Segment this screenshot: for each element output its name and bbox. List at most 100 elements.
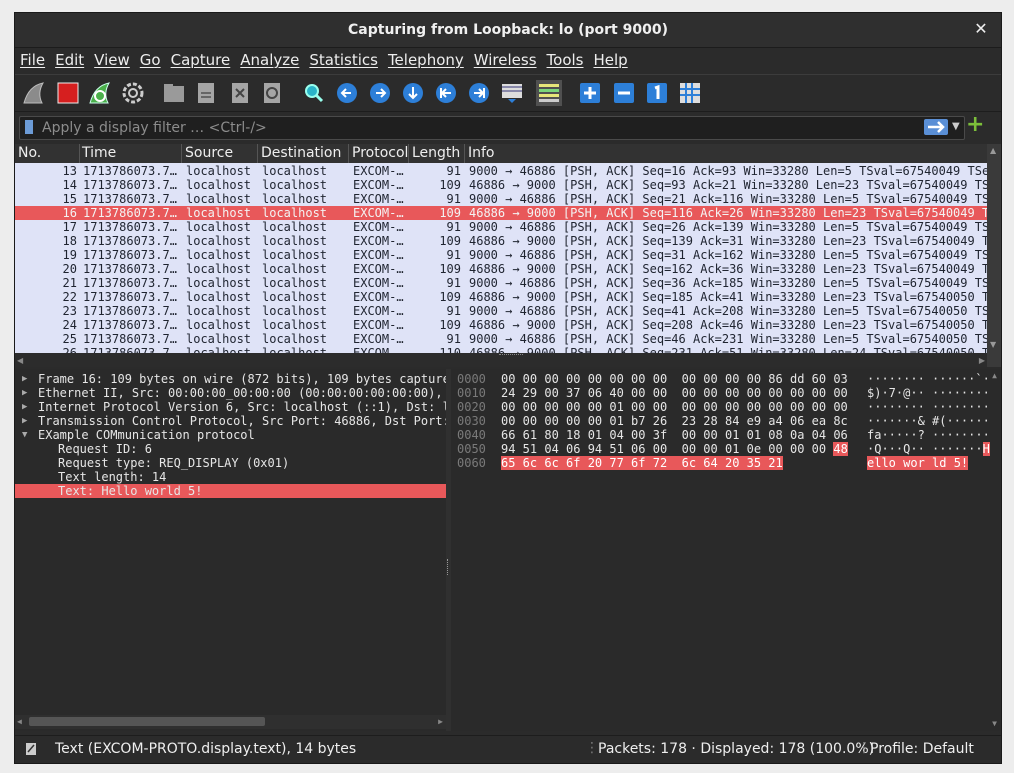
hex-bytes[interactable]: 66 61 80 18 01 04 00 3f 00 00 01 01 08 0…	[501, 428, 848, 442]
shark-fin-start-icon[interactable]	[21, 80, 47, 106]
column-header-time[interactable]: Time	[82, 145, 116, 161]
zoom-out-icon[interactable]	[611, 80, 637, 106]
go-first-packet-icon[interactable]	[433, 80, 459, 106]
go-back-arrow-icon[interactable]	[334, 80, 360, 106]
column-header-no[interactable]: No.	[18, 145, 41, 161]
scroll-down-icon[interactable]: ▼	[992, 719, 997, 728]
hex-bytes[interactable]: 94 51 04 06 94 51 06 00 00 00 01 0e 00 0…	[501, 442, 848, 456]
hex-ascii[interactable]: ·······& #(······	[867, 414, 990, 428]
column-header-source[interactable]: Source	[185, 145, 233, 161]
column-header-protocol[interactable]: Protocol	[352, 145, 408, 161]
hex-bytes[interactable]: 00 00 00 00 00 00 00 00 00 00 00 00 86 d…	[501, 372, 848, 386]
detail-item[interactable]: Text: Hello world 5!	[15, 484, 446, 498]
capture-options-gear-icon[interactable]	[120, 80, 146, 106]
menu-help[interactable]: Help	[588, 48, 632, 69]
hex-bytes[interactable]: 65 6c 6c 6f 20 77 6f 72 6c 64 20 35 21	[501, 456, 783, 470]
hex-ascii[interactable]: $)·7·@·· ········	[867, 386, 990, 400]
detail-item[interactable]: ▶ Transmission Control Protocol, Src Port…	[15, 414, 446, 428]
detail-item[interactable]: Request type: REQ_DISPLAY (0x01)	[15, 456, 446, 470]
detail-item[interactable]: ▶ Ethernet II, Src: 00:00:00_00:00:00 (00…	[15, 386, 446, 400]
add-filter-button-plus-icon[interactable]: +	[966, 114, 984, 136]
apply-filter-arrow-icon[interactable]	[924, 119, 948, 135]
list-splitter-grip[interactable]	[499, 354, 523, 357]
save-file-icon[interactable]	[193, 80, 219, 106]
column-header-info[interactable]: Info	[468, 145, 495, 161]
close-file-icon[interactable]	[227, 80, 253, 106]
detail-item[interactable]: Request ID: 6	[15, 442, 446, 456]
hex-ascii[interactable]: ········ ········	[867, 400, 990, 414]
menu-capture[interactable]: Capture	[166, 48, 236, 69]
packet-row[interactable]: 17 1713786073.7… localhost localhost EXCOM-……	[15, 220, 987, 234]
menu-view[interactable]: View	[89, 48, 135, 69]
packet-row[interactable]: 22 1713786073.7… localhost localhost EXCOM-……	[15, 290, 987, 304]
go-forward-arrow-icon[interactable]	[367, 80, 393, 106]
collapsed-arrow-icon[interactable]: ▶	[22, 386, 27, 400]
packet-row[interactable]: 23 1713786073.7… localhost localhost EXCOM-……	[15, 304, 987, 318]
packet-row[interactable]: 15 1713786073.7… localhost localhost EXCOM-……	[15, 192, 987, 206]
details-scroll-thumb[interactable]	[29, 717, 265, 726]
packet-list-hscrollbar[interactable]: ◀ ▶	[15, 353, 987, 367]
resize-columns-icon[interactable]	[677, 80, 703, 106]
packet-row[interactable]: 19 1713786073.7… localhost localhost EXCOM-……	[15, 248, 987, 262]
zoom-in-icon[interactable]	[577, 80, 603, 106]
hex-ascii[interactable]: ello wor ld 5!	[867, 456, 969, 470]
auto-scroll-icon[interactable]	[499, 80, 525, 106]
scroll-up-icon[interactable]: ▲	[992, 371, 997, 380]
display-filter-input[interactable]	[40, 118, 904, 138]
collapsed-arrow-icon[interactable]: ▶	[22, 400, 27, 414]
scroll-left-icon[interactable]: ◀	[17, 356, 23, 365]
packet-row[interactable]: 21 1713786073.7… localhost localhost EXCOM-……	[15, 276, 987, 290]
column-header-destination[interactable]: Destination	[261, 145, 341, 161]
menu-go[interactable]: Go	[135, 48, 166, 69]
find-packet-search-icon[interactable]	[301, 80, 327, 106]
go-to-packet-icon[interactable]	[400, 80, 426, 106]
filter-history-dropdown-icon[interactable]: ▼	[952, 121, 960, 132]
details-hscrollbar[interactable]: ◀ ▶	[15, 715, 446, 729]
column-header-length[interactable]: Length	[412, 145, 460, 161]
filter-bookmark-icon[interactable]	[25, 120, 33, 134]
hex-ascii[interactable]: ········ ······`·	[867, 372, 990, 386]
menu-analyze[interactable]: Analyze	[235, 48, 304, 69]
detail-item[interactable]: ▶ Frame 16: 109 bytes on wire (872 bits),…	[15, 372, 446, 386]
stop-capture-icon[interactable]	[55, 80, 81, 106]
menu-tools[interactable]: Tools	[542, 48, 589, 69]
packet-row[interactable]: 24 1713786073.7… localhost localhost EXCOM-……	[15, 318, 987, 332]
open-file-icon[interactable]	[161, 80, 187, 106]
reload-file-icon[interactable]	[259, 80, 285, 106]
menu-wireless[interactable]: Wireless	[469, 48, 542, 69]
scroll-down-icon[interactable]: ▼	[990, 340, 996, 349]
packet-row[interactable]: 25 1713786073.7… localhost localhost EXCOM-……	[15, 332, 987, 346]
hex-ascii[interactable]: fa·····? ········	[867, 428, 990, 442]
detail-item[interactable]: ▼ EXample COMmunication protocol	[15, 428, 446, 442]
edit-capture-comment-icon[interactable]	[25, 742, 37, 756]
collapsed-arrow-icon[interactable]: ▶	[22, 414, 27, 428]
hex-bytes[interactable]: 24 29 00 37 06 40 00 00 00 00 00 00 00 0…	[501, 386, 848, 400]
packet-row[interactable]: 13 1713786073.7… localhost localhost EXCOM-……	[15, 164, 987, 178]
detail-item[interactable]: Text length: 14	[15, 470, 446, 484]
menu-telephony[interactable]: Telephony	[383, 48, 469, 69]
colorize-packet-list-icon[interactable]	[536, 80, 562, 106]
scroll-right-icon[interactable]: ▶	[438, 717, 443, 726]
detail-item[interactable]: ▶ Internet Protocol Version 6, Src: local…	[15, 400, 446, 414]
expanded-arrow-icon[interactable]: ▼	[22, 428, 27, 442]
splitter-grip[interactable]	[447, 559, 450, 575]
menu-statistics[interactable]: Statistics	[304, 48, 383, 69]
normal-size-icon[interactable]	[644, 80, 670, 106]
restart-capture-icon[interactable]	[87, 80, 113, 106]
packet-row[interactable]: 14 1713786073.7… localhost localhost EXCOM-……	[15, 178, 987, 192]
packet-row[interactable]: 18 1713786073.7… localhost localhost EXCOM-……	[15, 234, 987, 248]
hex-bytes[interactable]: 00 00 00 00 00 01 00 00 00 00 00 00 00 0…	[501, 400, 848, 414]
status-profile[interactable]: Profile: Default	[870, 741, 974, 757]
scroll-up-icon[interactable]: ▲	[990, 146, 996, 155]
menu-file[interactable]: File	[15, 48, 50, 69]
menu-edit[interactable]: Edit	[50, 48, 89, 69]
packet-row[interactable]: 16 1713786073.7… localhost localhost EXCOM-……	[15, 206, 987, 220]
hex-ascii[interactable]: ·Q···Q·· ·······H	[867, 442, 990, 456]
collapsed-arrow-icon[interactable]: ▶	[22, 372, 27, 386]
close-icon[interactable]: ✕	[971, 19, 991, 39]
scroll-left-icon[interactable]: ◀	[17, 717, 22, 726]
scroll-right-icon[interactable]: ▶	[979, 356, 985, 365]
go-last-packet-icon[interactable]	[466, 80, 492, 106]
packet-row[interactable]: 20 1713786073.7… localhost localhost EXCOM-……	[15, 262, 987, 276]
hex-bytes[interactable]: 00 00 00 00 00 01 b7 26 23 28 84 e9 a4 0…	[501, 414, 848, 428]
